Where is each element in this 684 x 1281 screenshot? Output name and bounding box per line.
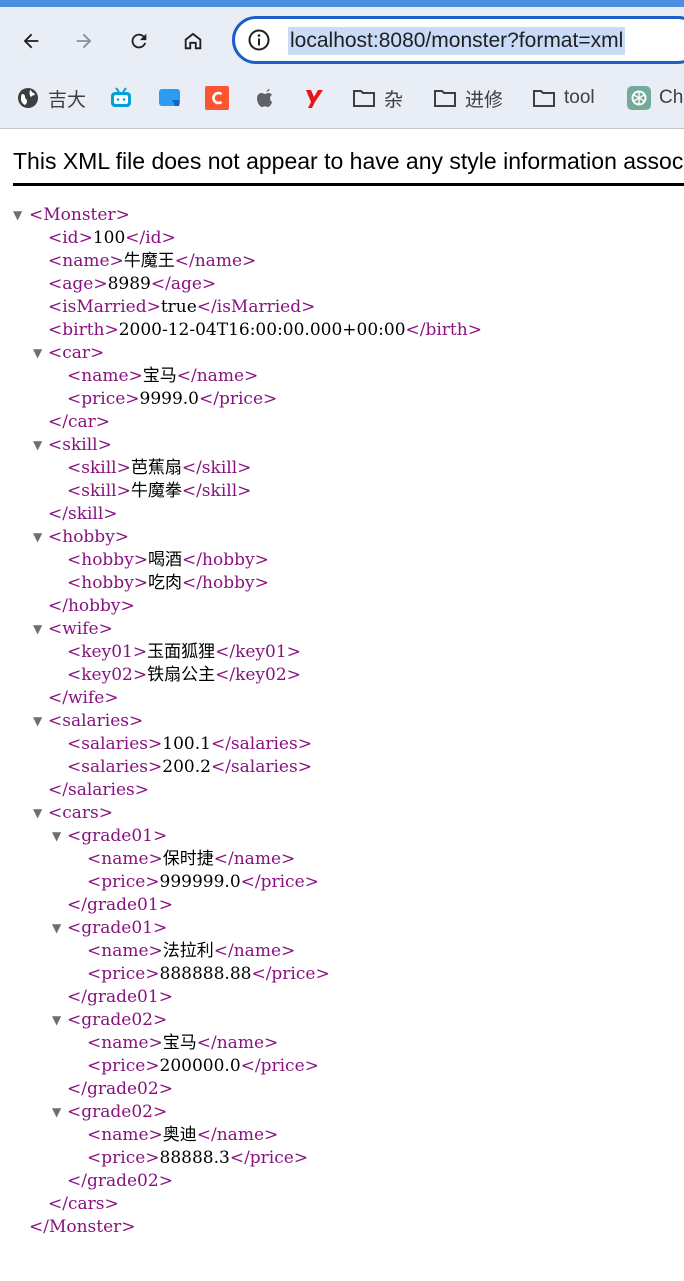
xml-line-grade-close: </grade01> [67,895,173,915]
xml-line-car-close: </car> [48,412,110,432]
xml-line-grade-open[interactable]: ▼ <grade01> [0,917,684,940]
bookmark-csdn[interactable] [205,80,237,116]
xml-line-birth: <birth>2000-12-04T16:00:00.000+00:00</bi… [48,320,482,340]
xml-line-salaries-open[interactable]: ▼ <salaries> [0,710,684,733]
collapse-arrow-icon[interactable]: ▼ [33,434,42,457]
xml-line-salaries-1: <salaries>200.2</salaries> [67,757,312,777]
collapse-arrow-icon[interactable]: ▼ [33,526,42,549]
xml-line-grade-price: <price>888888.88</price> [87,964,330,984]
bookmark-chatgpt[interactable]: Cha [627,80,684,116]
chatgpt-icon [627,86,651,110]
home-button[interactable] [176,24,210,58]
xml-line-monster-close: </Monster> [29,1217,136,1237]
xml-line-grade-close: </grade02> [67,1171,173,1191]
xml-line-grade-price: <price>88888.3</price> [87,1148,309,1168]
xml-line-grade-price: <price>200000.0</price> [87,1056,319,1076]
xml-line-grade-name: <name>奥迪</name> [87,1125,279,1145]
xml-line-grade-price: <price>999999.0</price> [87,872,319,892]
chat-bubble-icon [158,86,182,110]
xml-line-age: <age>8989</age> [48,274,217,294]
xml-line-skill-close: </skill> [48,504,118,524]
xml-line-grade-open[interactable]: ▼ <grade02> [0,1101,684,1124]
collapse-arrow-icon[interactable]: ▼ [13,204,22,227]
reload-icon [131,33,147,49]
xml-line-cars-open[interactable]: ▼ <cars> [0,802,684,825]
collapse-arrow-icon[interactable]: ▼ [52,917,61,940]
xml-line-car-price: <price>9999.0</price> [67,389,278,409]
collapse-arrow-icon[interactable]: ▼ [52,1009,61,1032]
bookmark-apple[interactable] [254,80,286,116]
home-icon [184,32,202,50]
xml-line-car-name: <name>宝马</name> [67,366,259,386]
collapse-arrow-icon[interactable]: ▼ [33,618,42,641]
xml-line-grade-close: </grade01> [67,987,173,1007]
bookmark-folder-jinxiu[interactable]: 进修 [433,80,503,116]
xml-line-hobby-1: <hobby>吃肉</hobby> [67,573,269,593]
arrow-left-icon [23,33,39,49]
bookmark-y[interactable] [302,80,334,116]
xml-line-id: <id>100</id> [48,228,176,248]
folder-icon [352,86,376,110]
address-bar[interactable]: localhost:8080/monster?format=xml [232,16,684,64]
reload-button[interactable] [122,24,156,58]
xml-line-grade-name: <name>法拉利</name> [87,941,296,961]
xml-line-car-open[interactable]: ▼ <car> [0,342,684,365]
arrow-right-icon [76,33,92,49]
folder-icon [433,86,457,110]
site-info-icon[interactable] [247,28,271,52]
xml-line-grade-open[interactable]: ▼ <grade01> [0,825,684,848]
bookmark-chat[interactable] [158,80,190,116]
bookmark-folder-tool[interactable]: tool [532,80,595,116]
collapse-arrow-icon[interactable]: ▼ [33,342,42,365]
xml-line-skill-open[interactable]: ▼ <skill> [0,434,684,457]
bookmarks-bar: 吉大 杂 进修 tool Ch [0,80,684,116]
xml-line-grade-open[interactable]: ▼ <grade02> [0,1009,684,1032]
collapse-arrow-icon[interactable]: ▼ [52,1101,61,1124]
xml-line-skill-0: <skill>芭蕉扇</skill> [67,458,252,478]
bookmark-jida[interactable]: 吉大 [16,80,86,116]
forward-button[interactable] [67,24,101,58]
bookmark-label: 杂 [384,89,404,111]
xml-line-hobby-close: </hobby> [48,596,135,616]
bookmark-bilibili[interactable] [109,80,141,116]
window-top-strip [0,0,684,7]
xml-line-salaries-0: <salaries>100.1</salaries> [67,734,312,754]
folder-icon [532,86,556,110]
csdn-icon [205,86,229,110]
xml-line-salaries-close: </salaries> [48,780,149,800]
url-text[interactable]: localhost:8080/monster?format=xml [288,27,626,55]
bookmark-folder-za[interactable]: 杂 [352,80,403,116]
xml-line-grade-close: </grade02> [67,1079,173,1099]
bilibili-icon [109,86,133,110]
collapse-arrow-icon[interactable]: ▼ [52,825,61,848]
collapse-arrow-icon[interactable]: ▼ [33,802,42,825]
xml-line-name: <name>牛魔王</name> [48,251,257,271]
xml-line-ismarried: <isMarried>true</isMarried> [48,297,316,317]
bookmark-label: 进修 [465,89,504,111]
globe-icon [16,86,40,110]
back-button[interactable] [14,24,48,58]
bookmark-label: Cha [659,87,684,108]
bookmark-label: tool [564,87,595,108]
xml-line-wife-open[interactable]: ▼ <wife> [0,618,684,641]
xml-line-hobby-open[interactable]: ▼ <hobby> [0,526,684,549]
y-logo-icon [302,86,326,110]
apple-icon [254,86,278,110]
xml-line-grade-name: <name>保时捷</name> [87,849,296,869]
bookmark-label: 吉大 [48,89,87,111]
xml-line-cars-close: </cars> [48,1194,119,1214]
xml-line-grade-name: <name>宝马</name> [87,1033,279,1053]
browser-chrome: localhost:8080/monster?format=xml 吉大 杂 进… [0,0,684,129]
xml-tree: ▼ <Monster> <id>100</id> <name>牛魔王</name… [0,204,684,1239]
collapse-arrow-icon[interactable]: ▼ [33,710,42,733]
xml-style-notice: This XML file does not appear to have an… [13,145,684,186]
xml-line-monster-open[interactable]: ▼ <Monster> [0,204,684,227]
xml-line-hobby-0: <hobby>喝酒</hobby> [67,550,269,570]
xml-line-skill-1: <skill>牛魔拳</skill> [67,481,252,501]
xml-line-wife-close: </wife> [48,688,119,708]
xml-line-wife-key02: <key02>铁扇公主</key02> [67,665,301,685]
xml-line-wife-key01: <key01>玉面狐狸</key01> [67,642,301,662]
